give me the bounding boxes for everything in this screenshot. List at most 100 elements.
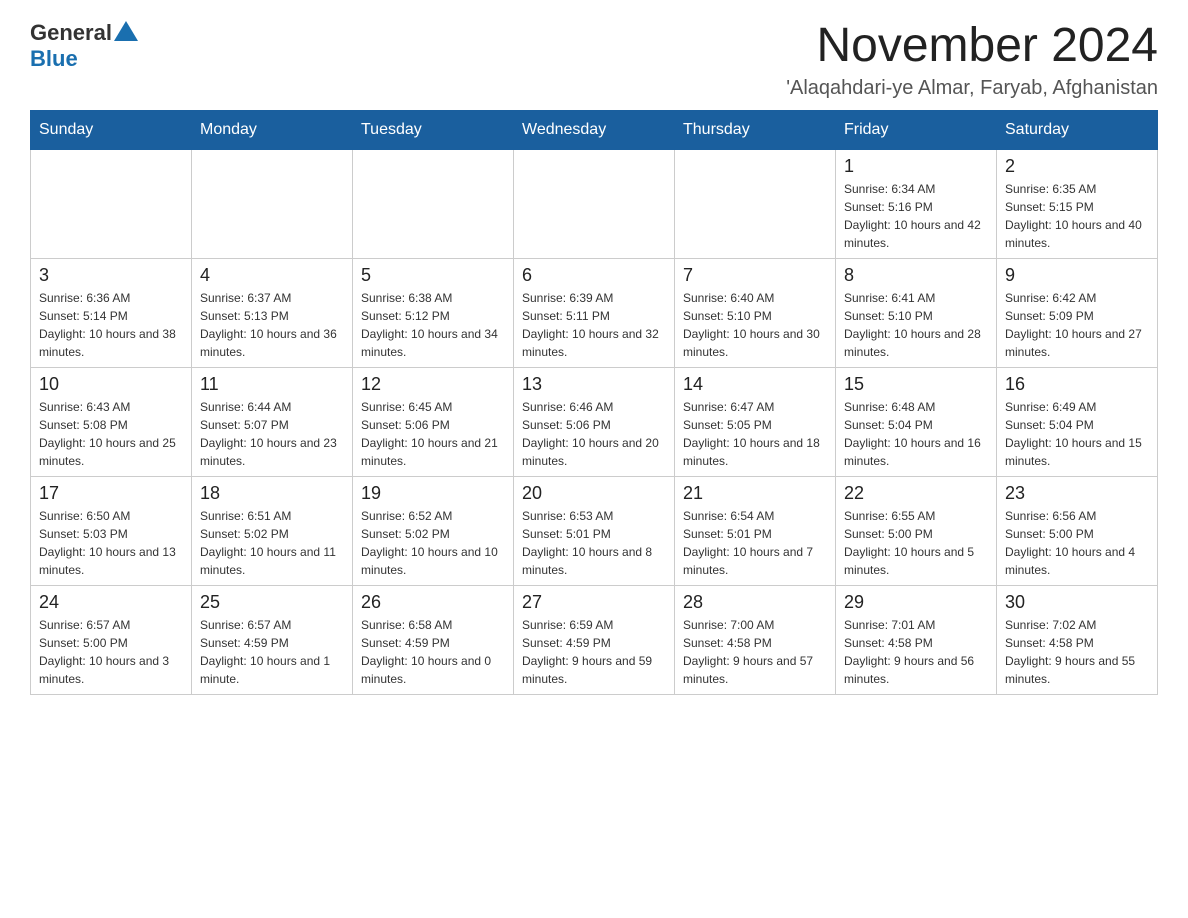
calendar-cell: 6 Sunrise: 6:39 AM Sunset: 5:11 PM Daylig… (514, 258, 675, 367)
calendar-cell (31, 149, 192, 258)
logo-blue: Blue (30, 46, 78, 71)
calendar-week-row: 17 Sunrise: 6:50 AM Sunset: 5:03 PM Dayli… (31, 476, 1158, 585)
day-info: Sunrise: 6:39 AM Sunset: 5:11 PM Dayligh… (522, 289, 666, 361)
day-number: 3 (39, 265, 183, 286)
day-number: 18 (200, 483, 344, 504)
day-info: Sunrise: 6:52 AM Sunset: 5:02 PM Dayligh… (361, 507, 505, 579)
day-number: 22 (844, 483, 988, 504)
day-number: 2 (1005, 156, 1149, 177)
day-number: 20 (522, 483, 666, 504)
day-info: Sunrise: 6:49 AM Sunset: 5:04 PM Dayligh… (1005, 398, 1149, 470)
day-info: Sunrise: 7:01 AM Sunset: 4:58 PM Dayligh… (844, 616, 988, 688)
calendar-table: SundayMondayTuesdayWednesdayThursdayFrid… (30, 110, 1158, 695)
day-info: Sunrise: 7:02 AM Sunset: 4:58 PM Dayligh… (1005, 616, 1149, 688)
day-number: 15 (844, 374, 988, 395)
calendar-cell: 9 Sunrise: 6:42 AM Sunset: 5:09 PM Daylig… (997, 258, 1158, 367)
calendar-cell: 25 Sunrise: 6:57 AM Sunset: 4:59 PM Dayli… (192, 585, 353, 694)
day-number: 8 (844, 265, 988, 286)
calendar-cell: 30Sunrise: 7:02 AM Sunset: 4:58 PM Dayli… (997, 585, 1158, 694)
calendar-cell: 8 Sunrise: 6:41 AM Sunset: 5:10 PM Daylig… (836, 258, 997, 367)
calendar-cell: 15 Sunrise: 6:48 AM Sunset: 5:04 PM Dayli… (836, 367, 997, 476)
day-info: Sunrise: 6:37 AM Sunset: 5:13 PM Dayligh… (200, 289, 344, 361)
day-info: Sunrise: 6:54 AM Sunset: 5:01 PM Dayligh… (683, 507, 827, 579)
calendar-cell (353, 149, 514, 258)
calendar-cell: 24 Sunrise: 6:57 AM Sunset: 5:00 PM Dayli… (31, 585, 192, 694)
logo: General Blue (30, 20, 138, 72)
calendar-cell: 7 Sunrise: 6:40 AM Sunset: 5:10 PM Daylig… (675, 258, 836, 367)
calendar-week-row: 10Sunrise: 6:43 AM Sunset: 5:08 PM Dayli… (31, 367, 1158, 476)
weekday-header-tuesday: Tuesday (353, 110, 514, 149)
day-number: 29 (844, 592, 988, 613)
day-info: Sunrise: 6:50 AM Sunset: 5:03 PM Dayligh… (39, 507, 183, 579)
calendar-week-row: 1Sunrise: 6:34 AM Sunset: 5:16 PM Daylig… (31, 149, 1158, 258)
day-number: 12 (361, 374, 505, 395)
day-info: Sunrise: 6:44 AM Sunset: 5:07 PM Dayligh… (200, 398, 344, 470)
weekday-header-thursday: Thursday (675, 110, 836, 149)
calendar-cell: 5 Sunrise: 6:38 AM Sunset: 5:12 PM Daylig… (353, 258, 514, 367)
calendar-cell: 20 Sunrise: 6:53 AM Sunset: 5:01 PM Dayli… (514, 476, 675, 585)
calendar-cell: 12 Sunrise: 6:45 AM Sunset: 5:06 PM Dayli… (353, 367, 514, 476)
calendar-cell: 18 Sunrise: 6:51 AM Sunset: 5:02 PM Dayli… (192, 476, 353, 585)
day-info: Sunrise: 6:53 AM Sunset: 5:01 PM Dayligh… (522, 507, 666, 579)
day-info: Sunrise: 6:55 AM Sunset: 5:00 PM Dayligh… (844, 507, 988, 579)
day-number: 7 (683, 265, 827, 286)
calendar-cell: 26Sunrise: 6:58 AM Sunset: 4:59 PM Dayli… (353, 585, 514, 694)
day-info: Sunrise: 6:42 AM Sunset: 5:09 PM Dayligh… (1005, 289, 1149, 361)
calendar-cell: 29 Sunrise: 7:01 AM Sunset: 4:58 PM Dayli… (836, 585, 997, 694)
calendar-cell: 27Sunrise: 6:59 AM Sunset: 4:59 PM Dayli… (514, 585, 675, 694)
day-info: Sunrise: 6:58 AM Sunset: 4:59 PM Dayligh… (361, 616, 505, 688)
day-info: Sunrise: 6:36 AM Sunset: 5:14 PM Dayligh… (39, 289, 183, 361)
day-info: Sunrise: 6:51 AM Sunset: 5:02 PM Dayligh… (200, 507, 344, 579)
weekday-header-friday: Friday (836, 110, 997, 149)
calendar-cell: 2 Sunrise: 6:35 AM Sunset: 5:15 PM Daylig… (997, 149, 1158, 258)
day-info: Sunrise: 6:46 AM Sunset: 5:06 PM Dayligh… (522, 398, 666, 470)
calendar-week-row: 24 Sunrise: 6:57 AM Sunset: 5:00 PM Dayli… (31, 585, 1158, 694)
calendar-cell: 13 Sunrise: 6:46 AM Sunset: 5:06 PM Dayli… (514, 367, 675, 476)
day-number: 9 (1005, 265, 1149, 286)
logo-general: General (30, 20, 112, 46)
calendar-cell: 3 Sunrise: 6:36 AM Sunset: 5:14 PM Daylig… (31, 258, 192, 367)
calendar-cell: 22 Sunrise: 6:55 AM Sunset: 5:00 PM Dayli… (836, 476, 997, 585)
calendar-cell: 19Sunrise: 6:52 AM Sunset: 5:02 PM Dayli… (353, 476, 514, 585)
calendar-cell: 16 Sunrise: 6:49 AM Sunset: 5:04 PM Dayli… (997, 367, 1158, 476)
calendar-cell: 23Sunrise: 6:56 AM Sunset: 5:00 PM Dayli… (997, 476, 1158, 585)
location-subtitle: 'Alaqahdari-ye Almar, Faryab, Afghanista… (786, 77, 1158, 100)
day-number: 1 (844, 156, 988, 177)
day-info: Sunrise: 6:38 AM Sunset: 5:12 PM Dayligh… (361, 289, 505, 361)
day-number: 17 (39, 483, 183, 504)
calendar-cell: 17 Sunrise: 6:50 AM Sunset: 5:03 PM Dayli… (31, 476, 192, 585)
day-info: Sunrise: 6:57 AM Sunset: 4:59 PM Dayligh… (200, 616, 344, 688)
day-info: Sunrise: 6:41 AM Sunset: 5:10 PM Dayligh… (844, 289, 988, 361)
day-number: 4 (200, 265, 344, 286)
weekday-header-wednesday: Wednesday (514, 110, 675, 149)
day-number: 23 (1005, 483, 1149, 504)
page-header: General Blue November 2024 'Alaqahdari-y… (30, 20, 1158, 100)
weekday-header-sunday: Sunday (31, 110, 192, 149)
month-year-title: November 2024 (786, 20, 1158, 73)
weekday-header-saturday: Saturday (997, 110, 1158, 149)
day-number: 6 (522, 265, 666, 286)
day-number: 24 (39, 592, 183, 613)
title-block: November 2024 'Alaqahdari-ye Almar, Fary… (786, 20, 1158, 100)
weekday-header-row: SundayMondayTuesdayWednesdayThursdayFrid… (31, 110, 1158, 149)
calendar-cell: 11Sunrise: 6:44 AM Sunset: 5:07 PM Dayli… (192, 367, 353, 476)
day-info: Sunrise: 6:47 AM Sunset: 5:05 PM Dayligh… (683, 398, 827, 470)
day-info: Sunrise: 6:43 AM Sunset: 5:08 PM Dayligh… (39, 398, 183, 470)
day-info: Sunrise: 6:48 AM Sunset: 5:04 PM Dayligh… (844, 398, 988, 470)
day-number: 25 (200, 592, 344, 613)
day-info: Sunrise: 6:45 AM Sunset: 5:06 PM Dayligh… (361, 398, 505, 470)
day-number: 13 (522, 374, 666, 395)
weekday-header-monday: Monday (192, 110, 353, 149)
day-number: 16 (1005, 374, 1149, 395)
calendar-cell: 21Sunrise: 6:54 AM Sunset: 5:01 PM Dayli… (675, 476, 836, 585)
day-info: Sunrise: 6:40 AM Sunset: 5:10 PM Dayligh… (683, 289, 827, 361)
day-info: Sunrise: 6:35 AM Sunset: 5:15 PM Dayligh… (1005, 180, 1149, 252)
day-info: Sunrise: 6:57 AM Sunset: 5:00 PM Dayligh… (39, 616, 183, 688)
logo-triangle-icon (114, 21, 138, 41)
calendar-cell: 1Sunrise: 6:34 AM Sunset: 5:16 PM Daylig… (836, 149, 997, 258)
day-info: Sunrise: 6:59 AM Sunset: 4:59 PM Dayligh… (522, 616, 666, 688)
calendar-cell (675, 149, 836, 258)
calendar-cell: 4 Sunrise: 6:37 AM Sunset: 5:13 PM Daylig… (192, 258, 353, 367)
day-number: 5 (361, 265, 505, 286)
day-number: 14 (683, 374, 827, 395)
